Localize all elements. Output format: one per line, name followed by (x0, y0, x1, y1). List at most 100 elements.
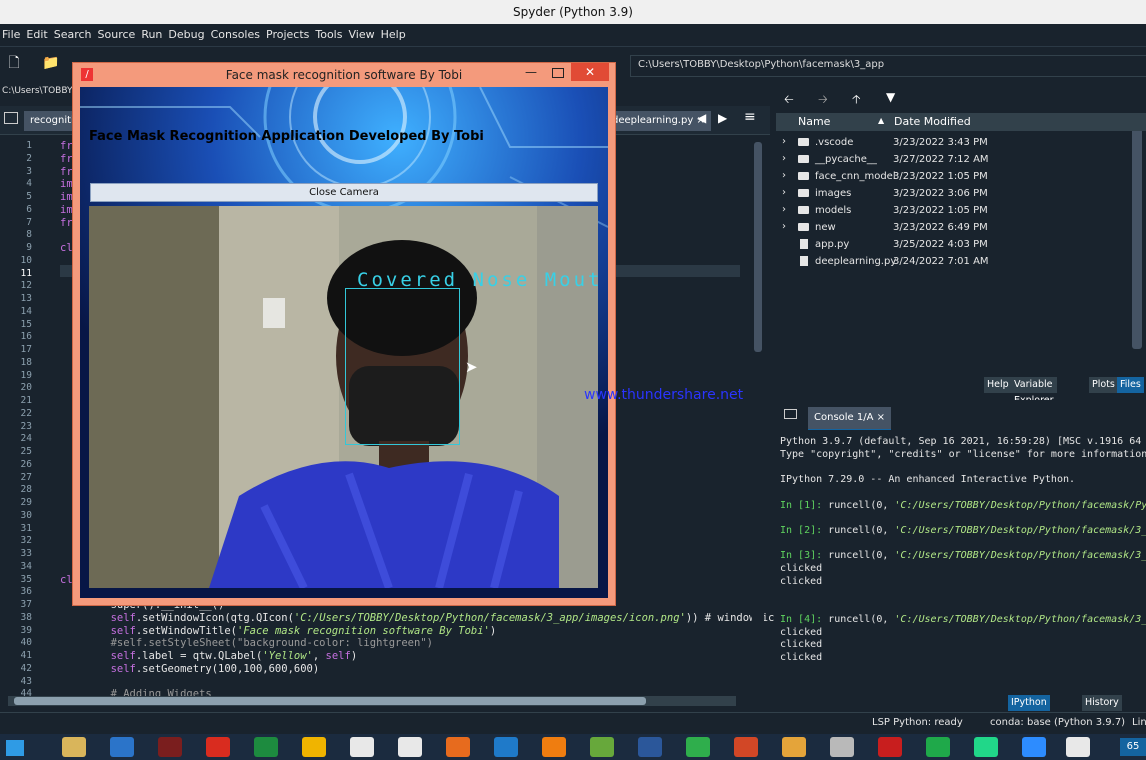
vscode-icon[interactable] (494, 737, 518, 757)
scrollbar-thumb[interactable] (754, 142, 762, 352)
code-line: fr (60, 165, 73, 178)
code-token: #self.setStyleSheet("background-color: l… (60, 637, 433, 650)
vlc-icon[interactable] (542, 737, 566, 757)
console-options-icon[interactable] (784, 409, 797, 419)
file-row[interactable]: › images 3/23/2022 3:06 PM (778, 186, 1146, 203)
open-folder-icon[interactable]: 📁 (42, 55, 59, 71)
app-icon[interactable] (398, 737, 422, 757)
chrome-icon[interactable] (302, 737, 326, 757)
firefox-icon[interactable] (446, 737, 470, 757)
chess-icon[interactable] (590, 737, 614, 757)
file-explorer-icon[interactable] (62, 737, 86, 757)
pane-tab-history[interactable]: History (1082, 695, 1122, 711)
pane-tab-ipython-console[interactable]: IPython console (1008, 695, 1051, 724)
file-row[interactable]: › .vscode 3/23/2022 3:43 PM (778, 135, 1146, 152)
expand-arrow-icon[interactable]: › (782, 187, 786, 198)
editor-path-label: C:\Users\TOBBY\ (2, 86, 76, 96)
internet-explorer-icon[interactable] (110, 737, 134, 757)
expand-arrow-icon[interactable]: › (782, 221, 786, 232)
menu-item-edit[interactable]: Edit (24, 24, 51, 41)
menu-item-debug[interactable]: Debug (166, 24, 208, 41)
app-icon[interactable] (878, 737, 902, 757)
lsp-status: LSP Python: ready (872, 717, 963, 728)
working-directory-field[interactable]: C:\Users\TOBBY\Desktop\Python\facemask\3… (630, 55, 1146, 77)
media-app-icon[interactable] (158, 737, 182, 757)
code-line: #self.setStyleSheet("background-color: l… (60, 637, 433, 649)
menu-item-search[interactable]: Search (52, 24, 96, 41)
tab-next-icon[interactable]: ▶ (718, 111, 727, 125)
face-mask-app-window[interactable]: / Face mask recognition software By Tobi… (72, 62, 616, 606)
file-row[interactable]: › new 3/23/2022 6:49 PM (778, 220, 1146, 237)
menu-item-file[interactable]: File (0, 24, 24, 41)
forward-arrow-icon[interactable]: 🡢 (818, 90, 828, 111)
column-name[interactable]: Name (798, 115, 830, 128)
menu-item-view[interactable]: View (346, 24, 378, 41)
expand-arrow-icon[interactable]: › (782, 204, 786, 215)
column-date[interactable]: Date Modified (894, 115, 971, 128)
opera-icon[interactable] (206, 737, 230, 757)
pane-tab-help[interactable]: Help (984, 377, 1012, 393)
pane-tab-files[interactable]: Files (1117, 377, 1144, 393)
scrollbar-thumb[interactable] (14, 697, 646, 705)
menu-item-consoles[interactable]: Consoles (209, 24, 264, 41)
excel-icon[interactable] (254, 737, 278, 757)
filter-icon[interactable]: ▼ (886, 90, 895, 104)
file-date: 3/23/2022 1:05 PM (893, 171, 988, 182)
expand-arrow-icon[interactable]: › (782, 153, 786, 164)
menu-item-help[interactable]: Help (379, 24, 410, 41)
line-number: 37 (20, 599, 32, 610)
code-token: .setWindowTitle( (135, 624, 238, 637)
minimize-icon[interactable]: — (525, 65, 537, 79)
tab-prev-icon[interactable]: ◀ (697, 111, 706, 125)
console-line: Type "copyright", "credits" or "license"… (780, 448, 1146, 460)
back-arrow-icon[interactable]: 🡠 (784, 90, 794, 111)
expand-arrow-icon[interactable]: › (782, 170, 786, 181)
horizontal-scrollbar[interactable] (8, 696, 736, 706)
file-row[interactable]: app.py 3/25/2022 4:03 PM (778, 237, 1146, 254)
tab-deeplearning[interactable]: deeplearning.py × (606, 111, 711, 131)
menu-item-tools[interactable]: Tools (313, 24, 346, 41)
file-row[interactable]: deeplearning.py 3/24/2022 7:01 AM (778, 254, 1146, 271)
app-title-bar[interactable]: / Face mask recognition software By Tobi… (73, 63, 615, 87)
options-menu-icon[interactable]: ≡ (744, 109, 756, 125)
file-row[interactable]: › face_cnn_model 3/23/2022 1:05 PM (778, 169, 1146, 186)
line-number: 22 (20, 407, 32, 419)
app-icon[interactable] (926, 737, 950, 757)
pane-tab-variable-explorer[interactable]: Variable Explorer (1011, 377, 1057, 406)
menu-item-projects[interactable]: Projects (264, 24, 313, 41)
console-tab-label: Console 1/A (814, 412, 874, 423)
powerpoint-icon[interactable] (734, 737, 758, 757)
code-line: im (60, 178, 73, 191)
snipping-tool-icon[interactable] (830, 737, 854, 757)
pane-tab-plots[interactable]: Plots (1089, 377, 1118, 393)
line-number: 31 (20, 522, 32, 534)
new-file-icon[interactable]: 🗋 (6, 55, 22, 71)
tab-console[interactable]: Console 1/A × (808, 407, 892, 431)
vertical-scrollbar[interactable] (752, 136, 764, 696)
console-close-icon[interactable]: × (877, 412, 885, 423)
code-line: fr (60, 216, 73, 229)
menu-item-source[interactable]: Source (96, 24, 140, 41)
tab-list-icon[interactable] (4, 112, 18, 124)
close-camera-button[interactable]: Close Camera (90, 183, 598, 202)
files-header: Name ▲ Date Modified (776, 113, 1146, 131)
app-icon[interactable] (350, 737, 374, 757)
pycharm-icon[interactable] (974, 737, 998, 757)
console-line: clicked (780, 651, 823, 663)
notepad-icon[interactable] (1066, 737, 1090, 757)
ipython-console[interactable]: Python 3.9.7 (default, Sep 16 2021, 16:5… (774, 430, 1146, 692)
parent-directory-icon[interactable]: 🡡 (852, 90, 861, 111)
whatsapp-icon[interactable] (686, 737, 710, 757)
scratch-icon[interactable] (782, 737, 806, 757)
menu-item-run[interactable]: Run (139, 24, 166, 41)
line-number: 38 (20, 611, 32, 623)
file-row[interactable]: › __pycache__ 3/27/2022 7:12 AM (778, 152, 1146, 169)
close-icon[interactable]: ✕ (571, 63, 609, 81)
expand-arrow-icon[interactable]: › (782, 136, 786, 147)
maximize-icon[interactable] (552, 68, 564, 78)
line-number: 6 (26, 203, 32, 215)
file-row[interactable]: › models 3/23/2022 1:05 PM (778, 203, 1146, 220)
word-icon[interactable] (638, 737, 662, 757)
start-button-icon[interactable] (6, 740, 24, 756)
zoom-icon[interactable] (1022, 737, 1046, 757)
